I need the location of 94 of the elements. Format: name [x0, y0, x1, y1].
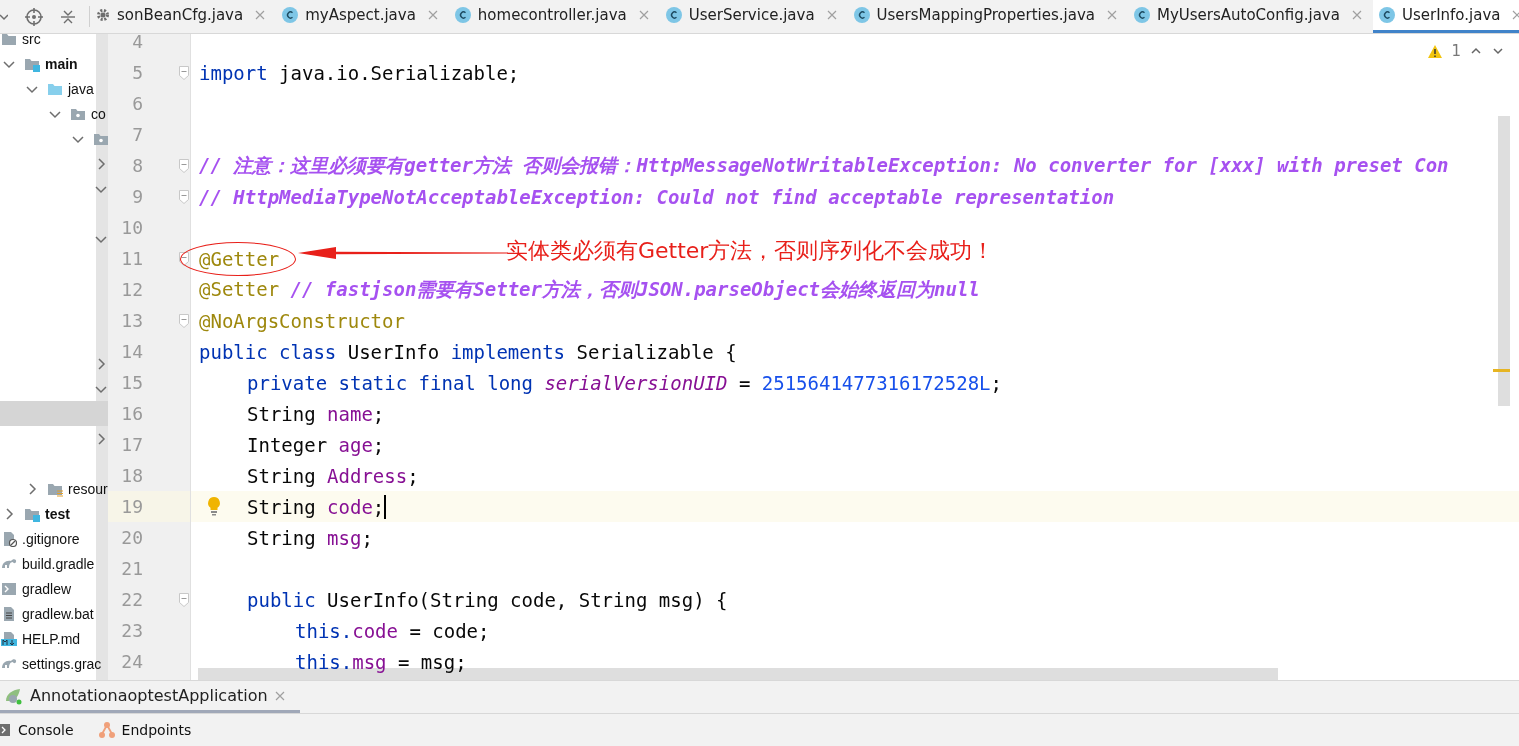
close-icon[interactable]: [637, 9, 650, 21]
line-number: 10: [121, 217, 143, 238]
tree-item[interactable]: java: [68, 80, 94, 97]
code-line: private static final long serialVersionUID = 2515641477316172528L;: [247, 371, 1002, 394]
line-number: 8: [132, 155, 143, 176]
tree-item[interactable]: resour: [68, 480, 108, 497]
ignore-file-icon: [1, 530, 17, 547]
gear-icon: [96, 8, 110, 22]
line-number: 9: [132, 186, 143, 207]
close-icon[interactable]: [825, 9, 838, 21]
callout-text: 实体类必须有Getter方法，否则序列化不会成功！: [506, 237, 995, 265]
code-line: @NoArgsConstructor: [199, 309, 405, 332]
code-line: // 注意：这里必须要有getter方法 否则会报错：HttpMessageNotWritableException: No converter for [xxx] with preset Con: [199, 152, 1449, 178]
line-number: 16: [121, 403, 143, 424]
tree-item[interactable]: main: [45, 55, 78, 72]
scrollbar-thumb[interactable]: [1498, 116, 1510, 406]
close-icon[interactable]: [254, 9, 267, 21]
editor-tab[interactable]: sonBeanCfg.java: [90, 0, 277, 33]
locate-icon[interactable]: [25, 7, 43, 26]
tree-item[interactable]: settings.grac: [22, 655, 102, 672]
code-line: String code;: [247, 495, 385, 518]
fold-icon[interactable]: [179, 592, 189, 607]
line-number: 22: [121, 589, 143, 610]
collapse-all-icon[interactable]: [60, 8, 76, 25]
tree-item[interactable]: gradlew: [22, 580, 72, 597]
class-icon: [853, 7, 870, 23]
line-number: 15: [121, 372, 143, 393]
code-line: String msg;: [247, 526, 373, 549]
endpoints-icon: [97, 721, 116, 739]
line-number: 14: [121, 341, 143, 362]
spring-leaf-icon: [4, 686, 24, 705]
fold-icon[interactable]: [179, 189, 189, 204]
line-number: 12: [121, 279, 143, 300]
tree-item[interactable]: HELP.md: [22, 630, 81, 647]
close-icon[interactable]: [426, 9, 439, 21]
text-cursor: [384, 494, 387, 519]
warning-count[interactable]: 1: [1451, 42, 1461, 60]
editor-tab[interactable]: UsersMappingProperties.java: [847, 0, 1128, 33]
markdown-file-icon: [1, 630, 17, 647]
fold-icon[interactable]: [179, 313, 189, 328]
close-icon[interactable]: [1105, 9, 1118, 21]
code-line: import java.io.Serializable;: [199, 61, 520, 84]
code-line: // HttpMediaTypeNotAcceptableException: Could not find acceptable representation: [199, 185, 1115, 208]
close-icon[interactable]: [273, 689, 286, 702]
tree-item[interactable]: co: [91, 105, 106, 122]
terminal-icon: [0, 723, 12, 737]
class-icon: [454, 7, 471, 23]
tool-window-button[interactable]: Endpoints: [97, 721, 192, 739]
code-line: String name;: [247, 402, 385, 425]
code-line: public UserInfo(String code, String msg) {: [247, 588, 728, 611]
tree-item[interactable]: test: [45, 505, 70, 522]
warning-marker[interactable]: [1493, 369, 1510, 372]
editor-tab[interactable]: myAspect.java: [276, 0, 449, 33]
tree-item[interactable]: build.gradle: [22, 555, 95, 572]
light-bulb-icon[interactable]: [207, 496, 221, 516]
text-file-icon: [1, 605, 17, 622]
line-number: 23: [121, 620, 143, 641]
line-number: 17: [121, 434, 143, 455]
line-number: 11: [121, 248, 143, 269]
editor-tab[interactable]: UserInfo.java: [1372, 0, 1519, 33]
code-line: @Getter: [199, 247, 280, 270]
tree-item[interactable]: .gitignore: [22, 530, 80, 547]
editor-tab[interactable]: MyUsersAutoConfig.java: [1127, 0, 1373, 33]
tool-window-button[interactable]: Console: [0, 722, 74, 738]
line-number: 19: [121, 496, 143, 517]
class-icon: [1378, 7, 1395, 23]
warning-icon[interactable]: [1427, 43, 1444, 59]
terminal-file-icon: [1, 580, 17, 597]
editor-tab[interactable]: UserService.java: [659, 0, 848, 33]
editor-tab[interactable]: homecontroller.java: [448, 0, 660, 33]
line-number: 7: [132, 124, 143, 145]
code-line: Integer age;: [247, 433, 385, 456]
close-icon[interactable]: [1350, 9, 1363, 21]
line-number: 18: [121, 465, 143, 486]
line-number: 20: [121, 527, 143, 548]
fold-icon[interactable]: [179, 158, 189, 173]
line-number: 5: [132, 62, 143, 83]
line-number: 6: [132, 93, 143, 114]
line-number: 21: [121, 558, 143, 579]
code-line: public class UserInfo implements Serializable {: [199, 340, 737, 363]
fold-icon[interactable]: [179, 251, 189, 266]
tree-item[interactable]: src: [22, 34, 41, 47]
code-line: this.msg = msg;: [295, 650, 467, 673]
line-number: 24: [121, 651, 143, 672]
code-line: @Setter // fastjson需要有Setter方法，否则JSON.parseObject会始终返回为null: [199, 276, 980, 302]
tree-item[interactable]: gradlew.bat: [22, 605, 94, 622]
code-line: this.code = code;: [295, 619, 490, 642]
class-icon: [282, 7, 299, 23]
line-number: 13: [121, 310, 143, 331]
line-number: 4: [132, 34, 143, 52]
code-line: String Address;: [247, 464, 419, 487]
class-icon: [1133, 7, 1150, 23]
fold-icon[interactable]: [179, 65, 189, 80]
class-icon: [665, 7, 682, 23]
